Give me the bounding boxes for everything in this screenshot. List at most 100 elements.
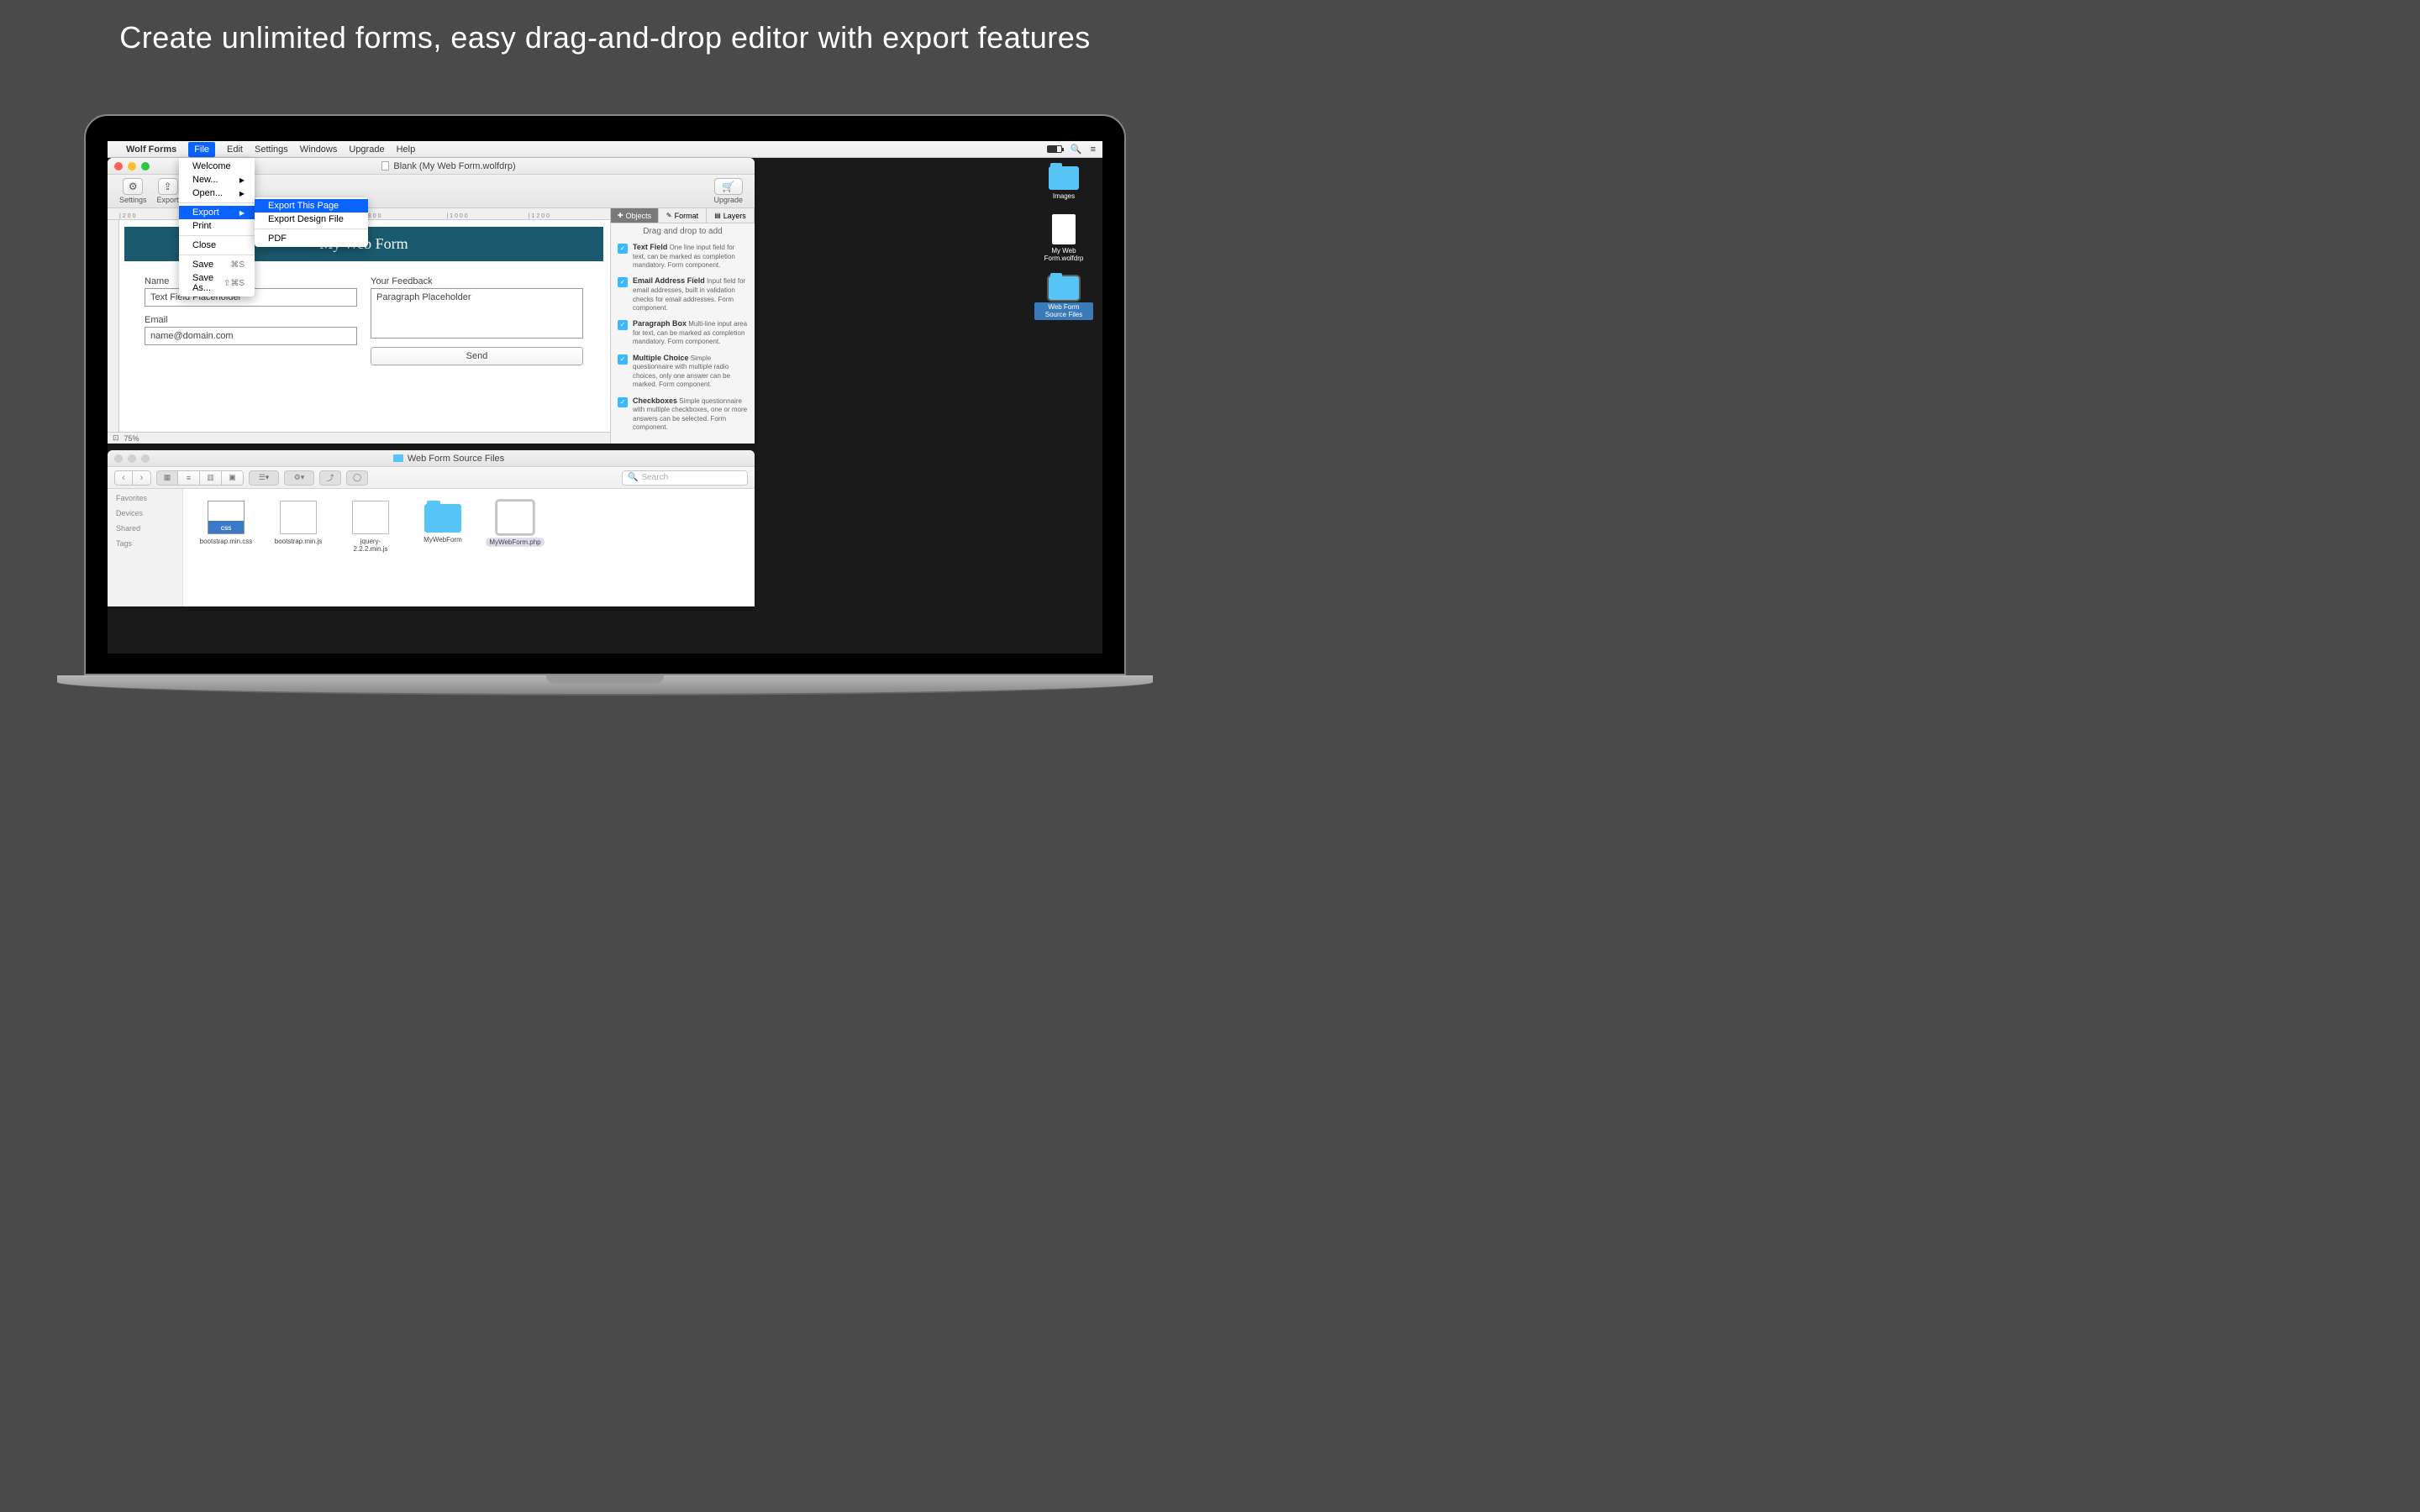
- finder-title: Web Form Source Files: [408, 454, 504, 464]
- php-file-icon: [497, 501, 534, 534]
- check-icon: ✓: [618, 277, 628, 287]
- submenu-export-page[interactable]: Export This Page: [255, 199, 368, 213]
- view-list-icon[interactable]: ≡: [178, 470, 200, 486]
- file-jquery[interactable]: jquery-2.2.2.min.js: [345, 501, 397, 553]
- check-icon: ✓: [618, 397, 628, 407]
- object-checkboxes[interactable]: ✓ Checkboxes Simple questionnaire with m…: [611, 393, 755, 436]
- screen: Wolf Forms File Edit Settings Windows Up…: [108, 141, 1102, 654]
- tab-format[interactable]: ✎Format: [659, 208, 707, 223]
- zoom-fit-icon[interactable]: ⊡: [113, 433, 119, 443]
- send-button[interactable]: Send: [371, 347, 583, 365]
- feedback-label: Your Feedback: [371, 276, 583, 286]
- cart-icon: 🛒: [722, 181, 734, 192]
- brush-icon: ✎: [666, 212, 672, 219]
- inspector: ✚Objects ✎Format ▤Layers Drag and drop t…: [610, 208, 755, 444]
- file-mywebform-folder[interactable]: MyWebForm: [417, 501, 469, 543]
- file-mywebform-php[interactable]: MyWebForm.php: [489, 501, 541, 547]
- maximize-icon[interactable]: [141, 454, 150, 463]
- battery-icon: [1047, 145, 1062, 153]
- zoom-bar: ⊡ 75%: [108, 432, 610, 444]
- inspector-hint: Drag and drop to add: [611, 223, 755, 239]
- zoom-level[interactable]: 75%: [124, 434, 139, 443]
- search-icon[interactable]: 🔍: [1071, 144, 1082, 155]
- email-label: Email: [145, 315, 357, 325]
- desktop-folder-images[interactable]: Images: [1049, 166, 1079, 201]
- tags-button[interactable]: ◯: [346, 470, 368, 486]
- menu-item-open[interactable]: Open...▶: [179, 186, 255, 200]
- js-file-icon: [280, 501, 317, 534]
- menu-item-welcome[interactable]: Welcome: [179, 160, 255, 173]
- minimize-icon[interactable]: [128, 162, 136, 171]
- plus-icon: ✚: [618, 212, 623, 219]
- file-menu-dropdown: Welcome New...▶ Open...▶ Export▶ Print C…: [179, 158, 255, 297]
- folder-icon: [1049, 166, 1079, 190]
- document-icon: [381, 161, 389, 171]
- back-button[interactable]: ‹: [114, 470, 133, 486]
- object-paragraph-box[interactable]: ✓ Paragraph Box Multi-line input area fo…: [611, 316, 755, 349]
- file-bootstrap-js[interactable]: bootstrap.min.js: [272, 501, 324, 545]
- menu-item-close[interactable]: Close: [179, 239, 255, 252]
- search-icon: 🔍: [628, 473, 638, 482]
- minimize-icon[interactable]: [128, 454, 136, 463]
- menu-help[interactable]: Help: [397, 144, 416, 155]
- ruler-vertical: [108, 220, 119, 444]
- finder-search[interactable]: 🔍 Search: [622, 470, 748, 486]
- view-gallery-icon[interactable]: ▣: [222, 470, 244, 486]
- sidebar-tags[interactable]: Tags: [116, 539, 174, 548]
- maximize-icon[interactable]: [141, 162, 150, 171]
- menu-settings[interactable]: Settings: [255, 144, 288, 155]
- menu-item-save-as[interactable]: Save As...⇧⌘S: [179, 271, 255, 295]
- menu-file[interactable]: File: [188, 142, 215, 157]
- menu-extras-icon[interactable]: ≡: [1091, 144, 1096, 155]
- app-name[interactable]: Wolf Forms: [126, 144, 176, 155]
- menu-upgrade[interactable]: Upgrade: [349, 144, 384, 155]
- menu-item-export[interactable]: Export▶: [179, 206, 255, 219]
- toolbar-settings[interactable]: ⚙ Settings: [114, 178, 152, 204]
- file-bootstrap-css[interactable]: bootstrap.min.css: [200, 501, 252, 545]
- forward-button[interactable]: ›: [133, 470, 151, 486]
- tab-objects[interactable]: ✚Objects: [611, 208, 659, 223]
- layers-icon: ▤: [714, 212, 721, 219]
- action-button[interactable]: ⚙▾: [284, 470, 314, 486]
- view-columns-icon[interactable]: ▥: [200, 470, 222, 486]
- menu-item-print[interactable]: Print: [179, 219, 255, 233]
- arrange-button[interactable]: ☰▾: [249, 470, 279, 486]
- toolbar-upgrade[interactable]: 🛒 Upgrade: [708, 178, 748, 204]
- check-icon: ✓: [618, 354, 628, 365]
- feedback-input[interactable]: Paragraph Placeholder: [371, 288, 583, 339]
- tab-layers[interactable]: ▤Layers: [707, 208, 755, 223]
- view-icons-icon[interactable]: ▦: [156, 470, 178, 486]
- submenu-pdf[interactable]: PDF: [255, 232, 368, 245]
- check-icon: ✓: [618, 244, 628, 254]
- export-submenu: Export This Page Export Design File PDF: [255, 197, 368, 247]
- desktop-folder-source[interactable]: Web Form Source Files: [1034, 276, 1093, 320]
- menu-windows[interactable]: Windows: [300, 144, 338, 155]
- finder-titlebar: Web Form Source Files: [108, 450, 755, 467]
- object-multiple-choice[interactable]: ✓ Multiple Choice Simple questionnaire w…: [611, 350, 755, 393]
- sidebar-devices[interactable]: Devices: [116, 509, 174, 517]
- menu-item-new[interactable]: New...▶: [179, 173, 255, 186]
- share-button[interactable]: ⤴: [319, 470, 341, 486]
- check-icon: ✓: [618, 320, 628, 330]
- folder-icon: [424, 504, 461, 533]
- submenu-export-design[interactable]: Export Design File: [255, 213, 368, 226]
- sidebar-shared[interactable]: Shared: [116, 524, 174, 533]
- file-icon: [1052, 214, 1076, 244]
- sidebar-favorites[interactable]: Favorites: [116, 494, 174, 502]
- close-icon[interactable]: [114, 162, 123, 171]
- folder-icon: [393, 454, 403, 462]
- finder-sidebar: Favorites Devices Shared Tags: [108, 489, 183, 606]
- menu-item-save[interactable]: Save⌘S: [179, 258, 255, 271]
- folder-icon: [1049, 276, 1079, 300]
- menubar: Wolf Forms File Edit Settings Windows Up…: [108, 141, 1102, 158]
- email-input[interactable]: name@domain.com: [145, 327, 357, 345]
- object-email-field[interactable]: ✓ Email Address Field Input field for em…: [611, 273, 755, 316]
- window-title: Blank (My Web Form.wolfdrp): [393, 161, 515, 171]
- close-icon[interactable]: [114, 454, 123, 463]
- desktop-file-webform[interactable]: My Web Form.wolfdrp: [1034, 214, 1093, 263]
- object-text-field[interactable]: ✓ Text Field One line input field for te…: [611, 239, 755, 273]
- view-mode-switcher[interactable]: ▦ ≡ ▥ ▣: [156, 470, 244, 486]
- js-file-icon: [352, 501, 389, 534]
- gear-icon: ⚙: [129, 181, 138, 192]
- menu-edit[interactable]: Edit: [227, 144, 243, 155]
